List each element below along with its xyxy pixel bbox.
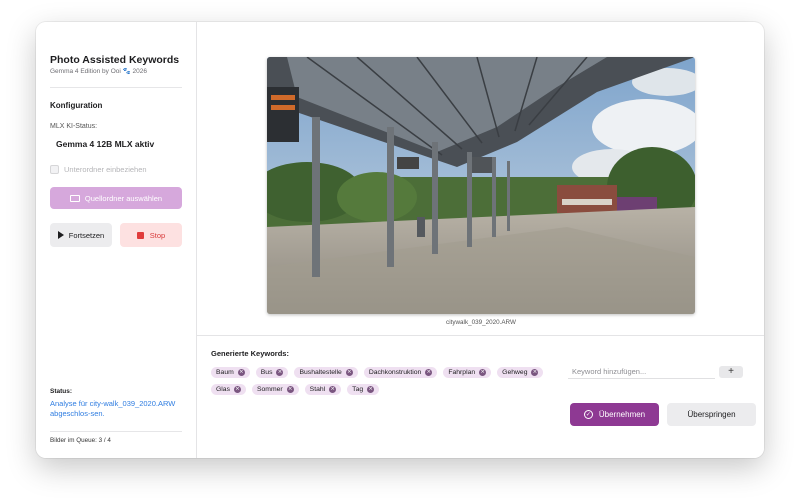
remove-keyword-icon[interactable]: ×: [329, 386, 337, 393]
sidebar: Photo Assisted Keywords Gemma 4 Edition …: [36, 22, 197, 458]
app-window: Photo Assisted Keywords Gemma 4 Edition …: [36, 22, 764, 458]
keyword-chip-label: Bus: [260, 369, 273, 376]
keyword-chip-label: Stahl: [309, 386, 326, 393]
continue-button[interactable]: Fortsetzen: [50, 223, 112, 247]
remove-keyword-icon[interactable]: ×: [276, 369, 284, 376]
remove-keyword-icon[interactable]: ×: [425, 369, 433, 376]
skip-label: Überspringen: [687, 410, 736, 419]
keyword-chip: Gehweg ×: [497, 367, 544, 378]
apply-button[interactable]: ✓ Übernehmen: [570, 403, 659, 426]
remove-keyword-icon[interactable]: ×: [286, 386, 294, 393]
keyword-chip-label: Dachkonstruktion: [368, 369, 422, 376]
bus-station-photo: [267, 57, 695, 314]
photo-preview: [267, 57, 695, 314]
remove-keyword-icon[interactable]: ×: [479, 369, 487, 376]
status-text: Analyse für city-walk_039_2020.ARW abges…: [50, 399, 176, 418]
keyword-chip-label: Fahrplan: [448, 369, 476, 376]
keyword-chip-label: Baum: [216, 369, 234, 376]
keyword-chip-label: Tag: [352, 386, 364, 393]
add-keyword-button[interactable]: +: [719, 366, 743, 378]
keyword-chip-label: Bushaltestelle: [299, 369, 342, 376]
subfolder-checkbox[interactable]: [50, 165, 59, 174]
select-folder-button[interactable]: Quellordner auswählen: [50, 187, 182, 209]
stop-button[interactable]: Stop: [120, 223, 182, 247]
keyword-chip: Stahl ×: [304, 384, 342, 395]
subfolder-label: Unterordner einbeziehen: [64, 165, 147, 174]
sidebar-divider: [50, 87, 182, 88]
stop-label: Stop: [149, 230, 166, 240]
checkmark-circle-icon: ✓: [583, 410, 593, 419]
skip-button[interactable]: Überspringen: [667, 403, 756, 426]
status-divider: [50, 431, 182, 432]
remove-keyword-icon[interactable]: ×: [237, 369, 245, 376]
continue-label: Fortsetzen: [68, 230, 105, 240]
keyword-chip-list: Baum × Bus × Bushaltestelle × Dachkonstruktion…: [211, 367, 556, 395]
keyword-chip: Bus ×: [255, 367, 289, 378]
keyword-panel: Generierte Keywords: Baum × Bus × Bushaltest…: [197, 335, 764, 458]
keyword-chip: Glas ×: [211, 384, 246, 395]
image-filename: citywalk_039_2020.ARW: [446, 319, 516, 326]
keyword-chip-label: Sommer: [256, 386, 283, 393]
stop-icon: [136, 231, 144, 239]
play-icon: [57, 231, 64, 239]
remove-keyword-icon[interactable]: ×: [531, 369, 539, 376]
keyword-chip: Tag ×: [347, 384, 380, 395]
remove-keyword-icon[interactable]: ×: [233, 386, 241, 393]
keyword-chip: Dachkonstruktion ×: [363, 367, 438, 378]
keyword-chip-label: Glas: [216, 386, 230, 393]
app-subtitle: Gemma 4 Edition by Ooi 🐾 2026: [50, 68, 147, 75]
keyword-chip-label: Gehweg: [502, 369, 528, 376]
remove-keyword-icon[interactable]: ×: [367, 386, 375, 393]
mlx-status-label: MLX KI-Status:: [50, 123, 98, 130]
select-folder-label: Quellordner auswählen: [84, 193, 163, 203]
keywords-title: Generierte Keywords:: [211, 349, 289, 358]
config-section-title: Konfiguration: [50, 101, 103, 110]
folder-icon: [69, 194, 80, 202]
mlx-status-value: Gemma 4 12B MLX aktiv: [56, 139, 155, 149]
keyword-chip: Bushaltestelle ×: [294, 367, 358, 378]
keyword-chip: Fahrplan ×: [443, 367, 492, 378]
remove-keyword-icon[interactable]: ×: [345, 369, 353, 376]
keyword-chip: Sommer ×: [251, 384, 299, 395]
queue-count: Bilder im Queue: 3 / 4: [50, 437, 111, 444]
keyword-input[interactable]: [568, 365, 715, 379]
keyword-chip: Baum ×: [211, 367, 250, 378]
apply-label: Übernehmen: [598, 410, 646, 419]
app-title: Photo Assisted Keywords: [50, 54, 180, 66]
subfolder-option: Unterordner einbeziehen: [50, 165, 147, 174]
status-label: Status:: [50, 388, 73, 395]
